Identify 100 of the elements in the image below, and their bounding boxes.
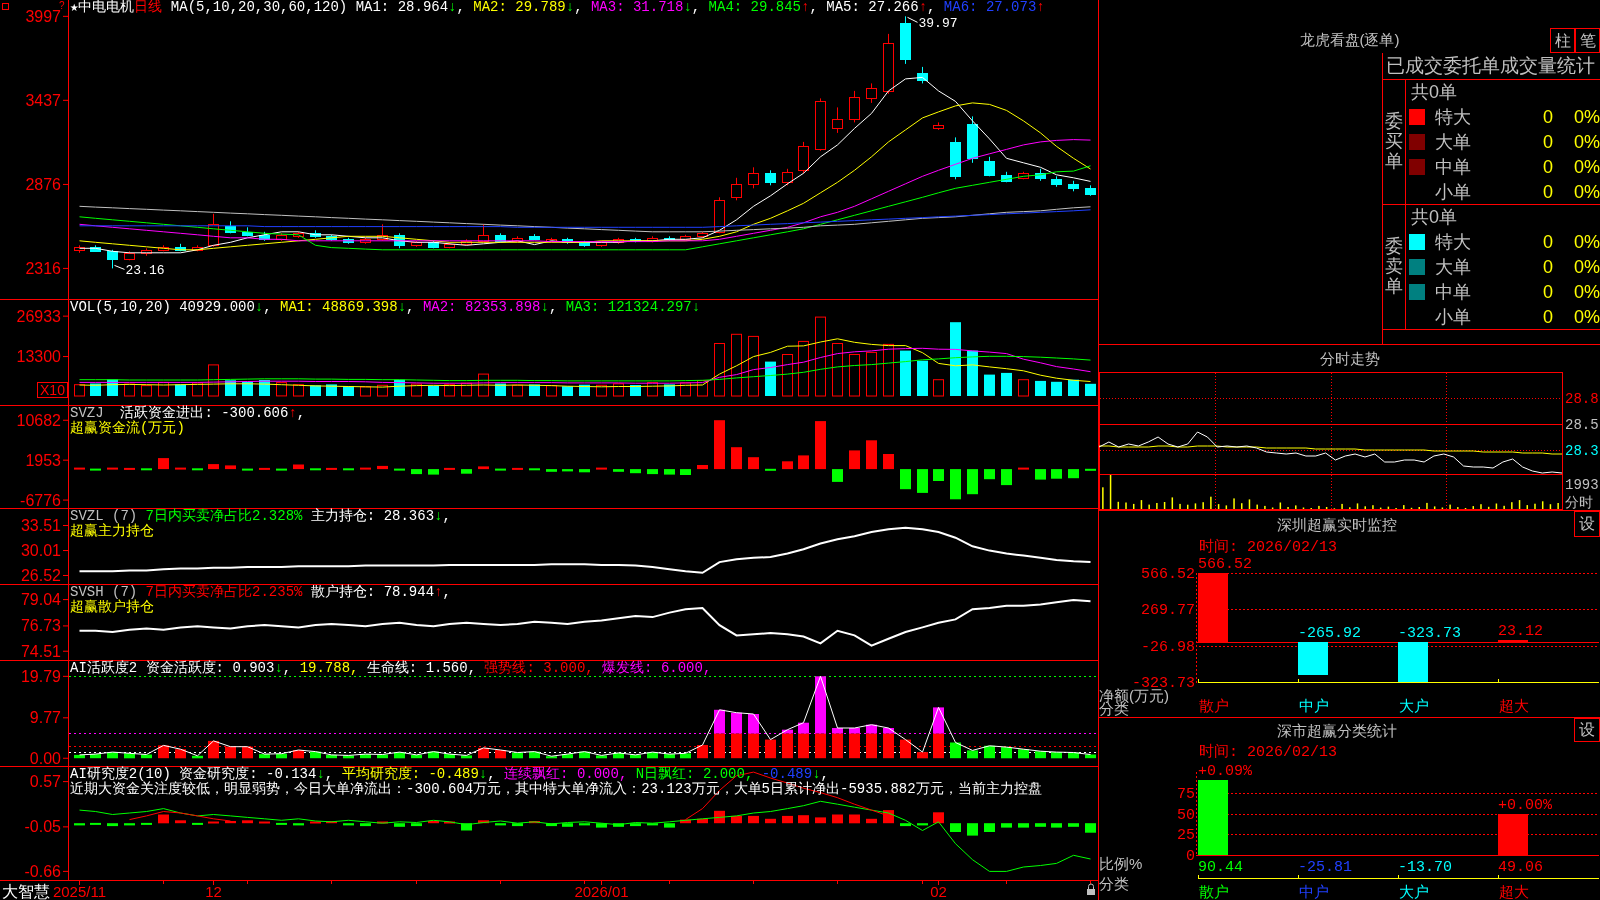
axis-label: 0.00 (29, 749, 61, 766)
order-count: 0 (1543, 257, 1553, 277)
legend-text: MA3: 31.718↓, (589, 0, 701, 15)
legend-text: 超赢散户持仓 (70, 599, 154, 615)
axis-label: -0.05 (24, 818, 61, 836)
question-mark: ? (59, 0, 65, 11)
legend-text: 活跃资金进出: -300.606↑, (119, 405, 306, 421)
value-label: 566.52 (1198, 556, 1252, 573)
axis-label: 0.57 (29, 773, 61, 791)
legend-text: AI研究度2(10) 资金研究度: -0.134↓, (70, 766, 334, 782)
axis-label: 76.73 (20, 617, 61, 635)
axis-label: 25 (1177, 826, 1195, 844)
order-count: 0 (1543, 107, 1553, 128)
category-label: 中户 (1299, 697, 1329, 714)
legend-text: 日线 (134, 0, 163, 15)
unit-label: X10 (37, 382, 68, 398)
axis-label: 2876 (25, 175, 61, 193)
order-size-label: 大单 (1435, 132, 1471, 152)
legend-text: SVZL (7) (70, 508, 138, 524)
value-label: 90.44 (1198, 859, 1243, 876)
order-count: 0 (1543, 281, 1553, 302)
panel-title: 龙虎看盘(逐单) (1299, 31, 1400, 50)
legend-text: 爆发线: 6.000, (601, 660, 712, 676)
legend-text: 连续飘红: 0.000, (503, 766, 628, 782)
brand-label: 大智慧 (2, 883, 50, 900)
value-label: -265.92 (1298, 625, 1361, 642)
price-label: 39.97 (918, 16, 958, 32)
date-label: 02 (930, 883, 947, 900)
change-label: +0.09% (1198, 763, 1252, 780)
date-label: 2025/11 (52, 883, 107, 900)
axis-title: 分类 (1099, 875, 1129, 892)
axis-label: 1993 (1565, 477, 1599, 493)
axis-label: 3997 (25, 7, 61, 25)
order-percent: 0% (1574, 181, 1600, 202)
axis-label: -26.98 (1141, 638, 1195, 656)
axis-label: 50 (1177, 806, 1195, 824)
axis-label: 75 (1177, 785, 1195, 803)
order-size-label: 小单 (1435, 181, 1471, 202)
group-label: 委买单 (1385, 112, 1403, 172)
panel-title: 分时走势 (1319, 350, 1380, 367)
value-label: -25.81 (1298, 859, 1352, 876)
legend-text: 超赢资金流(万元) (70, 420, 185, 436)
legend-text: 主力持仓: 28.363↓, (309, 508, 451, 524)
order-percent: 0% (1574, 281, 1600, 302)
legend-text: 散户持仓: 78.944↑, (309, 584, 451, 600)
category-label: 中户 (1299, 883, 1329, 900)
axis-label: 26933 (16, 307, 61, 325)
legend-text: 超赢主力持仓 (70, 523, 154, 539)
order-percent: 0% (1574, 257, 1600, 277)
legend-text: 19.788, (298, 660, 359, 676)
order-size-label: 小单 (1435, 306, 1471, 327)
axis-label: 28.8 (1565, 391, 1599, 407)
change-label: +0.00% (1498, 797, 1552, 814)
legend-text: MA6: 27.073↑ (942, 0, 1045, 15)
order-count: 0 (1543, 232, 1553, 253)
axis-title: 比例% (1099, 855, 1143, 872)
axis-label: 566.52 (1141, 565, 1195, 583)
category-label: 散户 (1199, 883, 1229, 900)
panel-title: 深市超赢分类统计 (1276, 721, 1397, 739)
value-label: -323.73 (1398, 625, 1461, 642)
legend-text: 强势线: 3.000, (483, 660, 594, 676)
axis-title: 分时 (1565, 495, 1593, 510)
legend-text: MA1: 48869.398↓, (279, 299, 415, 315)
legend-text: 平均研究度: -0.489↓, (341, 766, 496, 782)
time-label: 时间: 2026/02/13 (1199, 744, 1338, 761)
order-size-label: 大单 (1435, 257, 1471, 277)
order-percent: 0% (1574, 156, 1600, 177)
legend-text: MA(5,10,20,30,60,120) MA1: 28.964↓, (169, 0, 465, 15)
legend-text: AI活跃度2 资金活跃度: 0.903↓, (70, 660, 292, 676)
legend-text: VOL(5,10,20) 40929.000↓, (70, 299, 272, 315)
date-label: 12 (205, 883, 222, 900)
date-label: 2026/01 (574, 883, 629, 900)
order-percent: 0% (1574, 306, 1600, 327)
order-percent: 0% (1574, 232, 1600, 253)
legend-text: MA4: 29.845↑, (707, 0, 818, 15)
order-total: 共0单 (1411, 207, 1457, 227)
legend-text: ★中电电机 (70, 0, 135, 15)
axis-label: 74.51 (20, 642, 61, 660)
value-label: 23.12 (1498, 623, 1543, 640)
category-label: 超大 (1499, 697, 1529, 714)
order-size-label: 特大 (1435, 107, 1471, 128)
legend-text: -0.489↓, (761, 766, 829, 782)
category-label: 散户 (1199, 697, 1229, 714)
panel-title: 深圳超赢实时监控 (1276, 515, 1397, 533)
price-label: 23.16 (125, 263, 165, 279)
order-size-label: 中单 (1435, 281, 1471, 302)
legend-text: 7日内买卖净占比2.235% (144, 584, 303, 600)
legend-text: SVSH (7) (70, 584, 138, 600)
order-size-label: 中单 (1435, 156, 1471, 177)
axis-label: 19.79 (20, 667, 61, 685)
axis-label: 30.01 (20, 542, 61, 560)
order-count: 0 (1543, 132, 1553, 152)
axis-label: 269.77 (1141, 601, 1195, 619)
axis-label: 0 (1186, 847, 1195, 865)
axis-label: 28.5 (1565, 417, 1599, 433)
legend-text: MA5: 27.266↑, (825, 0, 936, 15)
value-label: -13.70 (1398, 859, 1452, 876)
axis-label: 28.3 (1565, 443, 1599, 459)
category-label: 超大 (1499, 883, 1529, 900)
axis-label: 9.77 (29, 709, 61, 727)
